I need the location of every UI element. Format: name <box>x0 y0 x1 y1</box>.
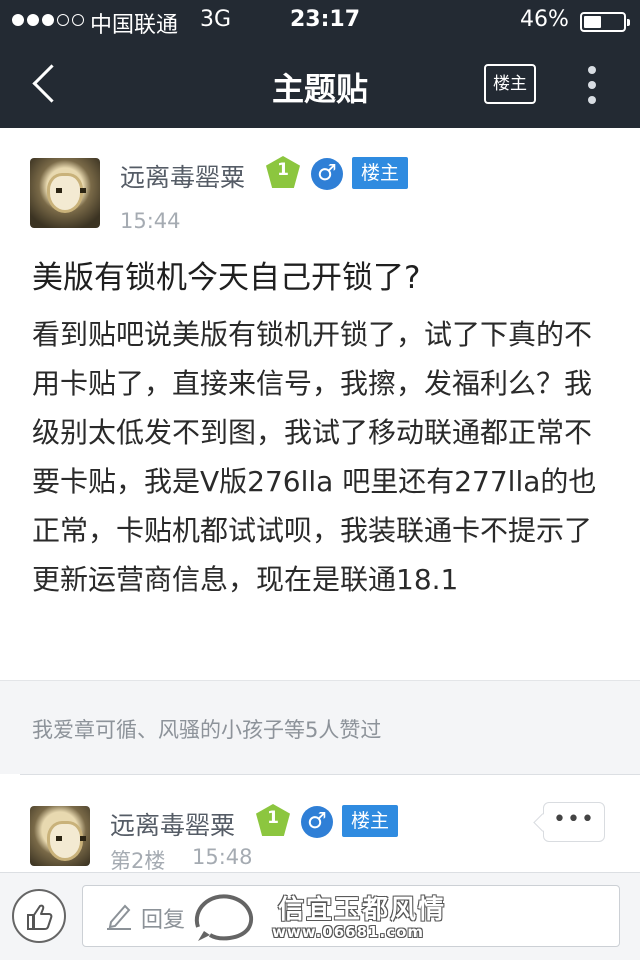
thumbs-up-icon <box>27 904 53 930</box>
status-time: 23:17 <box>290 7 361 32</box>
page-title: 主题贴 <box>271 70 368 108</box>
more-menu-button[interactable] <box>580 62 604 108</box>
watermark-title: 信宜玉都风情 <box>278 895 447 925</box>
op-badge: 楼主 <box>352 157 408 189</box>
likes-count-text: 等5人赞过 <box>284 718 382 742</box>
like-button[interactable] <box>12 889 66 943</box>
watermark: 信宜玉都风情 www.06681.com <box>190 885 480 947</box>
post-author-name[interactable]: 远离毒罂粟 <box>120 158 245 194</box>
reply-more-button[interactable]: ••• <box>543 802 605 842</box>
network-type: 3G <box>200 7 232 32</box>
signal-strength-icon <box>12 14 84 26</box>
reply-author-name[interactable]: 远离毒罂粟 <box>110 806 235 842</box>
watermark-logo-icon <box>194 894 254 941</box>
likes-names[interactable]: 我爱章可循、风骚的小孩子 <box>32 718 284 742</box>
status-bar: 中国联通 3G 23:17 46% <box>0 0 640 40</box>
carrier-name: 中国联通 <box>90 13 179 38</box>
battery-percent: 46% <box>520 7 569 32</box>
level-number: 1 <box>277 160 289 180</box>
male-gender-icon: ♂ <box>311 158 343 190</box>
post-title: 美版有锁机今天自己开锁了? <box>32 260 421 296</box>
divider <box>20 774 640 775</box>
watermark-url: www.06681.com <box>272 923 425 941</box>
avatar[interactable] <box>30 158 100 228</box>
top-bar: 中国联通 3G 23:17 46% 主题贴 楼主 <box>0 0 640 128</box>
reply-level-badge: 1 <box>256 804 290 836</box>
likes-summary[interactable]: 我爱章可循、风骚的小孩子等5人赞过 <box>32 714 381 744</box>
reply-placeholder: 回复 <box>141 908 186 933</box>
reply-time: 15:48 <box>192 845 253 869</box>
post-time: 15:44 <box>120 209 181 233</box>
pencil-icon <box>107 904 131 930</box>
reply-avatar[interactable] <box>30 806 90 866</box>
reply-male-gender-icon: ♂ <box>301 806 333 838</box>
reply-floor: 第2楼 <box>110 849 166 873</box>
level-badge: 1 <box>266 156 300 188</box>
only-op-button[interactable]: 楼主 <box>484 64 536 104</box>
battery-icon <box>580 12 630 32</box>
post-body: 看到贴吧说美版有锁机开锁了，试了下真的不用卡贴了，直接来信号，我擦，发福利么？我… <box>32 318 597 596</box>
reply-op-badge: 楼主 <box>342 805 398 837</box>
reply-level-number: 1 <box>267 808 279 828</box>
bottom-bar: 回复 信宜玉都风情 www.06681.com <box>0 872 640 960</box>
